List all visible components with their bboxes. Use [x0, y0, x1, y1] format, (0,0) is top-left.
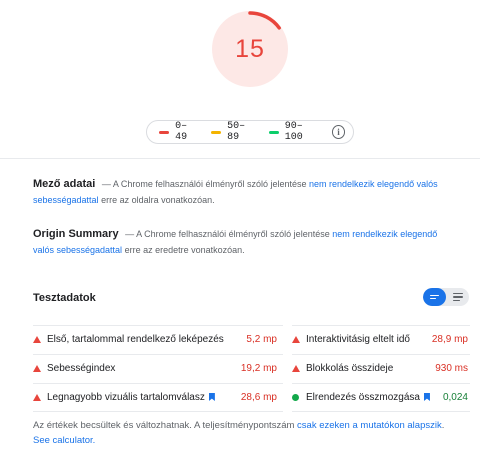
origin-summary-dash: —	[125, 229, 135, 239]
pass-swatch	[268, 130, 279, 134]
metric-name: Interaktivitásig eltelt idő	[306, 333, 410, 345]
field-data-text: A Chrome felhasználói élményről szóló je…	[112, 179, 307, 189]
origin-summary-text: A Chrome felhasználói élményről szóló je…	[136, 229, 330, 239]
footnote-separator: .	[441, 420, 445, 431]
metric-time-to-interactive: Interaktivitásig eltelt idő 28,9 mp	[292, 325, 468, 353]
field-data-dash: —	[101, 179, 111, 189]
expanded-view-button[interactable]	[446, 288, 469, 306]
metrics-footnote: Az értékek becsültek és változhatnak. A …	[33, 418, 453, 448]
fail-triangle-icon	[33, 393, 41, 401]
fail-triangle-icon	[292, 364, 300, 372]
metric-name: Első, tartalommal rendelkező leképezés	[47, 333, 224, 345]
fail-triangle-icon	[292, 335, 300, 343]
section-divider	[0, 158, 480, 159]
metric-value: 0,024	[442, 391, 468, 403]
fail-swatch	[159, 130, 170, 134]
row-divider	[292, 411, 470, 412]
legend-item-average: 50–89	[211, 121, 255, 143]
row-divider	[33, 411, 283, 412]
metric-value: 28,6 mp	[240, 391, 277, 403]
expanded-view-icon	[452, 292, 463, 302]
lab-data-title: Tesztadatok	[33, 292, 96, 304]
metric-name: Blokkolás összideje	[306, 362, 394, 374]
metric-total-blocking-time: Blokkolás összideje 930 ms	[292, 354, 468, 382]
metrics-only-link[interactable]: csak ezeken a mutatókon alapszik	[297, 420, 442, 431]
fail-triangle-icon	[33, 364, 41, 372]
origin-summary-section: Origin Summary — A Chrome felhasználói é…	[33, 226, 453, 258]
fail-triangle-icon	[33, 335, 41, 343]
metric-value: 930 ms	[435, 362, 468, 374]
compact-view-button[interactable]	[423, 288, 446, 306]
footnote-text: Az értékek becsültek és változhatnak. A …	[33, 420, 295, 431]
metric-name: Legnagyobb vizuális tartalomválasz	[47, 391, 205, 403]
legend-label-fail: 0–49	[175, 121, 188, 143]
performance-score-value: 15	[235, 35, 265, 63]
legend-label-pass: 90–100	[284, 121, 303, 143]
performance-score-gauge: 15	[212, 11, 288, 87]
field-data-title: Mező adatai	[33, 178, 96, 190]
metric-largest-contentful-paint: Legnagyobb vizuális tartalomválasz 28,6 …	[33, 383, 277, 411]
origin-summary-title: Origin Summary	[33, 228, 119, 240]
compact-view-icon	[430, 294, 439, 300]
average-swatch	[211, 130, 222, 134]
bookmark-icon	[423, 393, 430, 401]
origin-summary-text-after: erre az eredetre vonatkozóan.	[124, 245, 245, 255]
field-data-section: Mező adatai — A Chrome felhasználói élmé…	[33, 176, 453, 208]
info-icon[interactable]: i	[331, 125, 346, 139]
metric-value: 5,2 mp	[246, 333, 277, 345]
metric-cumulative-layout-shift: Elrendezés összmozgása 0,024	[292, 383, 468, 411]
metric-value: 19,2 mp	[240, 362, 277, 374]
metric-value: 28,9 mp	[431, 333, 468, 345]
metric-name: Elrendezés összmozgása	[306, 391, 420, 403]
bookmark-icon	[208, 393, 215, 401]
legend-label-average: 50–89	[227, 121, 246, 143]
legend-item-pass: 90–100	[268, 121, 318, 143]
pass-dot-icon	[292, 393, 299, 401]
score-legend: 0–49 50–89 90–100 i	[146, 120, 354, 144]
metric-first-contentful-paint: Első, tartalommal rendelkező leképezés 5…	[33, 325, 277, 353]
metrics-view-toggle[interactable]	[423, 288, 469, 306]
field-data-text-after: erre az oldalra vonatkozóan.	[101, 195, 215, 205]
metric-name: Sebességindex	[47, 362, 116, 374]
see-calculator-link[interactable]: See calculator.	[33, 435, 95, 446]
legend-item-fail: 0–49	[159, 121, 197, 143]
metric-speed-index: Sebességindex 19,2 mp	[33, 354, 277, 382]
